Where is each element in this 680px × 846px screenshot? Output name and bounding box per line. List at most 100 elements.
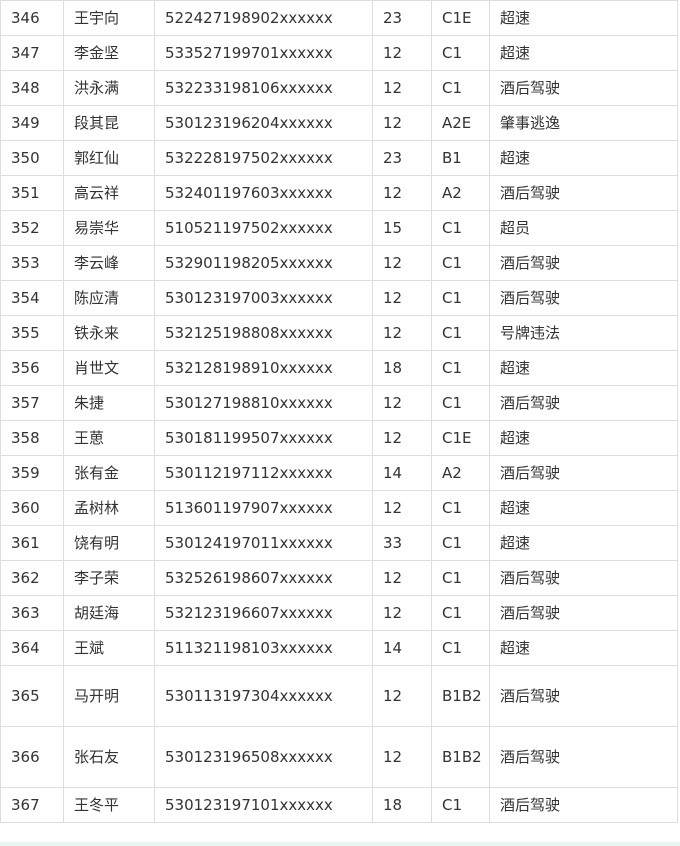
bottom-strip [0, 842, 680, 846]
cell-number: 353 [0, 245, 64, 281]
cell-violation: 酒后驾驶 [489, 70, 678, 106]
cell-name: 张石友 [63, 726, 155, 788]
cell-number: 364 [0, 630, 64, 666]
table-row: 361 饶有明 530124197011xxxxxx 33 C1 超速 [0, 525, 678, 561]
cell-number: 350 [0, 140, 64, 176]
cell-id-number: 530112197112xxxxxx [154, 455, 373, 491]
cell-id-number: 532123196607xxxxxx [154, 595, 373, 631]
cell-id-number: 530123196204xxxxxx [154, 105, 373, 141]
cell-license-class: C1 [431, 630, 490, 666]
cell-license-class: C1 [431, 280, 490, 316]
cell-name: 郭红仙 [63, 140, 155, 176]
cell-name: 洪永满 [63, 70, 155, 106]
table-row: 359 张有金 530112197112xxxxxx 14 A2 酒后驾驶 [0, 455, 678, 491]
cell-license-class: C1 [431, 35, 490, 71]
cell-points: 12 [372, 245, 432, 281]
cell-license-class: A2E [431, 105, 490, 141]
cell-points: 12 [372, 726, 432, 788]
cell-number: 361 [0, 525, 64, 561]
cell-license-class: C1 [431, 70, 490, 106]
cell-points: 23 [372, 0, 432, 36]
cell-points: 12 [372, 595, 432, 631]
cell-points: 14 [372, 455, 432, 491]
cell-license-class: C1 [431, 525, 490, 561]
cell-license-class: B1 [431, 140, 490, 176]
cell-points: 12 [372, 490, 432, 526]
cell-name: 李云峰 [63, 245, 155, 281]
cell-number: 360 [0, 490, 64, 526]
cell-name: 马开明 [63, 665, 155, 727]
cell-number: 352 [0, 210, 64, 246]
cell-license-class: A2 [431, 455, 490, 491]
cell-points: 12 [372, 560, 432, 596]
cell-id-number: 530124197011xxxxxx [154, 525, 373, 561]
cell-number: 357 [0, 385, 64, 421]
cell-license-class: C1 [431, 787, 490, 823]
cell-license-class: C1E [431, 420, 490, 456]
cell-violation: 超速 [489, 525, 678, 561]
cell-license-class: C1 [431, 210, 490, 246]
cell-number: 349 [0, 105, 64, 141]
table-row: 346 王宇向 522427198902xxxxxx 23 C1E 超速 [0, 0, 678, 36]
cell-name: 王冬平 [63, 787, 155, 823]
cell-points: 12 [372, 385, 432, 421]
cell-name: 孟树林 [63, 490, 155, 526]
table-row: 356 肖世文 532128198910xxxxxx 18 C1 超速 [0, 350, 678, 386]
table-row: 360 孟树林 513601197907xxxxxx 12 C1 超速 [0, 490, 678, 526]
cell-license-class: C1 [431, 490, 490, 526]
cell-id-number: 532526198607xxxxxx [154, 560, 373, 596]
cell-points: 33 [372, 525, 432, 561]
cell-number: 359 [0, 455, 64, 491]
cell-license-class: C1 [431, 595, 490, 631]
cell-violation: 肇事逃逸 [489, 105, 678, 141]
cell-number: 358 [0, 420, 64, 456]
cell-number: 355 [0, 315, 64, 351]
cell-id-number: 522427198902xxxxxx [154, 0, 373, 36]
cell-points: 18 [372, 350, 432, 386]
table-row: 357 朱捷 530127198810xxxxxx 12 C1 酒后驾驶 [0, 385, 678, 421]
cell-id-number: 511321198103xxxxxx [154, 630, 373, 666]
table-row: 365 马开明 530113197304xxxxxx 12 B1B2 酒后驾驶 [0, 665, 678, 727]
cell-violation: 超速 [489, 630, 678, 666]
cell-number: 363 [0, 595, 64, 631]
cell-number: 367 [0, 787, 64, 823]
cell-points: 12 [372, 280, 432, 316]
cell-name: 王斌 [63, 630, 155, 666]
table-row: 355 铁永来 532125198808xxxxxx 12 C1 号牌违法 [0, 315, 678, 351]
cell-name: 高云祥 [63, 175, 155, 211]
cell-number: 354 [0, 280, 64, 316]
cell-id-number: 530123196508xxxxxx [154, 726, 373, 788]
cell-violation: 超速 [489, 140, 678, 176]
cell-violation: 超速 [489, 350, 678, 386]
cell-id-number: 530123197101xxxxxx [154, 787, 373, 823]
cell-points: 12 [372, 665, 432, 727]
cell-number: 348 [0, 70, 64, 106]
cell-violation: 酒后驾驶 [489, 787, 678, 823]
cell-number: 351 [0, 175, 64, 211]
table-row: 353 李云峰 532901198205xxxxxx 12 C1 酒后驾驶 [0, 245, 678, 281]
table-row: 349 段其昆 530123196204xxxxxx 12 A2E 肇事逃逸 [0, 105, 678, 141]
table-row: 364 王斌 511321198103xxxxxx 14 C1 超速 [0, 630, 678, 666]
table-row: 366 张石友 530123196508xxxxxx 12 B1B2 酒后驾驶 [0, 726, 678, 788]
cell-violation: 酒后驾驶 [489, 726, 678, 788]
table-row: 351 高云祥 532401197603xxxxxx 12 A2 酒后驾驶 [0, 175, 678, 211]
cell-violation: 酒后驾驶 [489, 455, 678, 491]
cell-name: 朱捷 [63, 385, 155, 421]
cell-number: 365 [0, 665, 64, 727]
cell-name: 胡廷海 [63, 595, 155, 631]
cell-number: 362 [0, 560, 64, 596]
table-row: 367 王冬平 530123197101xxxxxx 18 C1 酒后驾驶 [0, 787, 678, 823]
cell-name: 段其昆 [63, 105, 155, 141]
cell-license-class: A2 [431, 175, 490, 211]
table-row: 363 胡廷海 532123196607xxxxxx 12 C1 酒后驾驶 [0, 595, 678, 631]
cell-violation: 酒后驾驶 [489, 665, 678, 727]
cell-points: 12 [372, 420, 432, 456]
cell-license-class: C1 [431, 315, 490, 351]
table-row: 350 郭红仙 532228197502xxxxxx 23 B1 超速 [0, 140, 678, 176]
cell-id-number: 532901198205xxxxxx [154, 245, 373, 281]
cell-number: 346 [0, 0, 64, 36]
cell-points: 14 [372, 630, 432, 666]
cell-id-number: 510521197502xxxxxx [154, 210, 373, 246]
cell-name: 铁永来 [63, 315, 155, 351]
cell-violation: 超员 [489, 210, 678, 246]
